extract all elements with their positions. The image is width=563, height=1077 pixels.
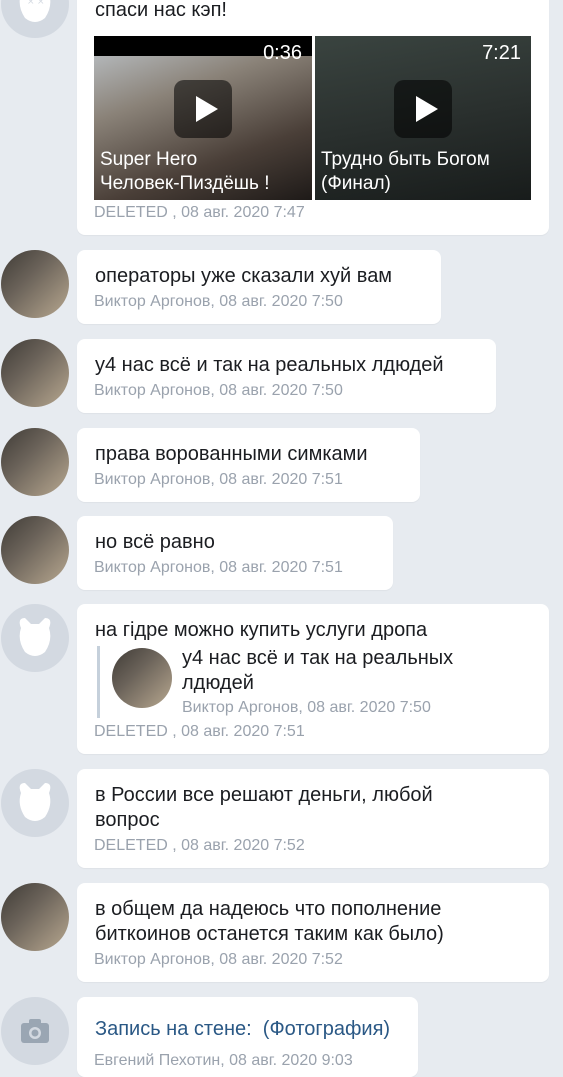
play-icon[interactable] bbox=[174, 80, 232, 138]
message-meta: Евгений Пехотин, 08 авг. 2020 9:03 bbox=[94, 1052, 353, 1069]
dog-icon bbox=[19, 618, 51, 656]
user-avatar[interactable] bbox=[1, 339, 69, 407]
message-meta: DELETED , 08 авг. 2020 7:47 bbox=[94, 204, 305, 221]
message-bubble[interactable]: у4 нас всё и так на реальных лдюдей Викт… bbox=[77, 339, 496, 413]
quoted-text: у4 нас всё и так на реальных лдюдей bbox=[182, 647, 454, 694]
video-title: Super Hero Человек-Пиздёшь ! bbox=[100, 149, 270, 194]
message-bubble[interactable]: на гідре можно купить услуги дропа у4 на… bbox=[77, 604, 549, 754]
message-feed[interactable]: × × спаси нас кэп! 0:36 Super Hero Челов… bbox=[0, 0, 563, 1077]
deleted-user-avatar[interactable] bbox=[1, 769, 69, 837]
quoted-message[interactable]: у4 нас всё и так на реальных лдюдей Викт… bbox=[97, 646, 453, 718]
video-title: Трудно быть Богом (Финал) bbox=[321, 149, 490, 194]
message-bubble[interactable]: спаси нас кэп! 0:36 Super Hero Человек-П… bbox=[77, 0, 549, 235]
message-meta: Виктор Аргонов, 08 авг. 2020 7:51 bbox=[94, 471, 343, 488]
deleted-user-avatar[interactable] bbox=[1, 604, 69, 672]
message-meta: DELETED , 08 авг. 2020 7:51 bbox=[94, 723, 305, 740]
message-bubble[interactable]: в России все решают деньги, любой вопрос… bbox=[77, 769, 549, 868]
message-text: операторы уже сказали хуй вам bbox=[95, 265, 393, 287]
svg-text:×: × bbox=[27, 0, 35, 7]
message-text: спаси нас кэп! bbox=[95, 0, 227, 21]
dog-icon bbox=[19, 783, 51, 821]
message-text: права ворованными симками bbox=[95, 443, 368, 465]
dog-icon: × × bbox=[19, 0, 51, 22]
message-text: в России все решают деньги, любой вопрос bbox=[95, 784, 433, 831]
message-meta: Виктор Аргонов, 08 авг. 2020 7:51 bbox=[94, 559, 343, 576]
message-meta: Виктор Аргонов, 08 авг. 2020 7:50 bbox=[94, 382, 343, 399]
user-avatar[interactable] bbox=[1, 516, 69, 584]
camera-avatar[interactable] bbox=[1, 997, 69, 1065]
message-text: но всё равно bbox=[95, 531, 215, 553]
video-duration: 0:36 bbox=[263, 42, 302, 64]
quoted-meta: Виктор Аргонов, 08 авг. 2020 7:50 bbox=[182, 699, 431, 716]
message-text: на гідре можно купить услуги дропа bbox=[95, 619, 428, 641]
user-avatar[interactable] bbox=[1, 250, 69, 318]
play-icon[interactable] bbox=[394, 80, 452, 138]
message-bubble[interactable]: но всё равно Виктор Аргонов, 08 авг. 202… bbox=[77, 516, 393, 590]
message-meta: Виктор Аргонов, 08 авг. 2020 7:50 bbox=[94, 293, 343, 310]
message-bubble[interactable]: Запись на стене: (Фотография) Евгений Пе… bbox=[77, 997, 418, 1077]
deleted-user-avatar[interactable]: × × bbox=[1, 0, 69, 38]
camera-icon bbox=[21, 1019, 49, 1043]
video-duration: 7:21 bbox=[482, 42, 521, 64]
quoted-user-avatar bbox=[112, 648, 172, 708]
message-bubble[interactable]: права ворованными симками Виктор Аргонов… bbox=[77, 428, 420, 502]
user-avatar[interactable] bbox=[1, 883, 69, 951]
message-bubble[interactable]: в общем да надеюсь что пополнение биткои… bbox=[77, 883, 549, 982]
message-meta: Виктор Аргонов, 08 авг. 2020 7:52 bbox=[94, 951, 343, 968]
video-attachment[interactable]: 7:21 Трудно быть Богом (Финал) bbox=[315, 36, 531, 200]
message-text: у4 нас всё и так на реальных лдюдей bbox=[95, 354, 444, 376]
user-avatar[interactable] bbox=[1, 428, 69, 496]
message-meta: DELETED , 08 авг. 2020 7:52 bbox=[94, 837, 305, 854]
message-text: в общем да надеюсь что пополнение биткои… bbox=[95, 898, 444, 945]
wall-post-link[interactable]: Запись на стене: (Фотография) bbox=[95, 1017, 390, 1042]
svg-text:×: × bbox=[37, 0, 45, 7]
message-bubble[interactable]: операторы уже сказали хуй вам Виктор Арг… bbox=[77, 250, 441, 324]
video-attachment[interactable]: 0:36 Super Hero Человек-Пиздёшь ! bbox=[94, 36, 312, 200]
